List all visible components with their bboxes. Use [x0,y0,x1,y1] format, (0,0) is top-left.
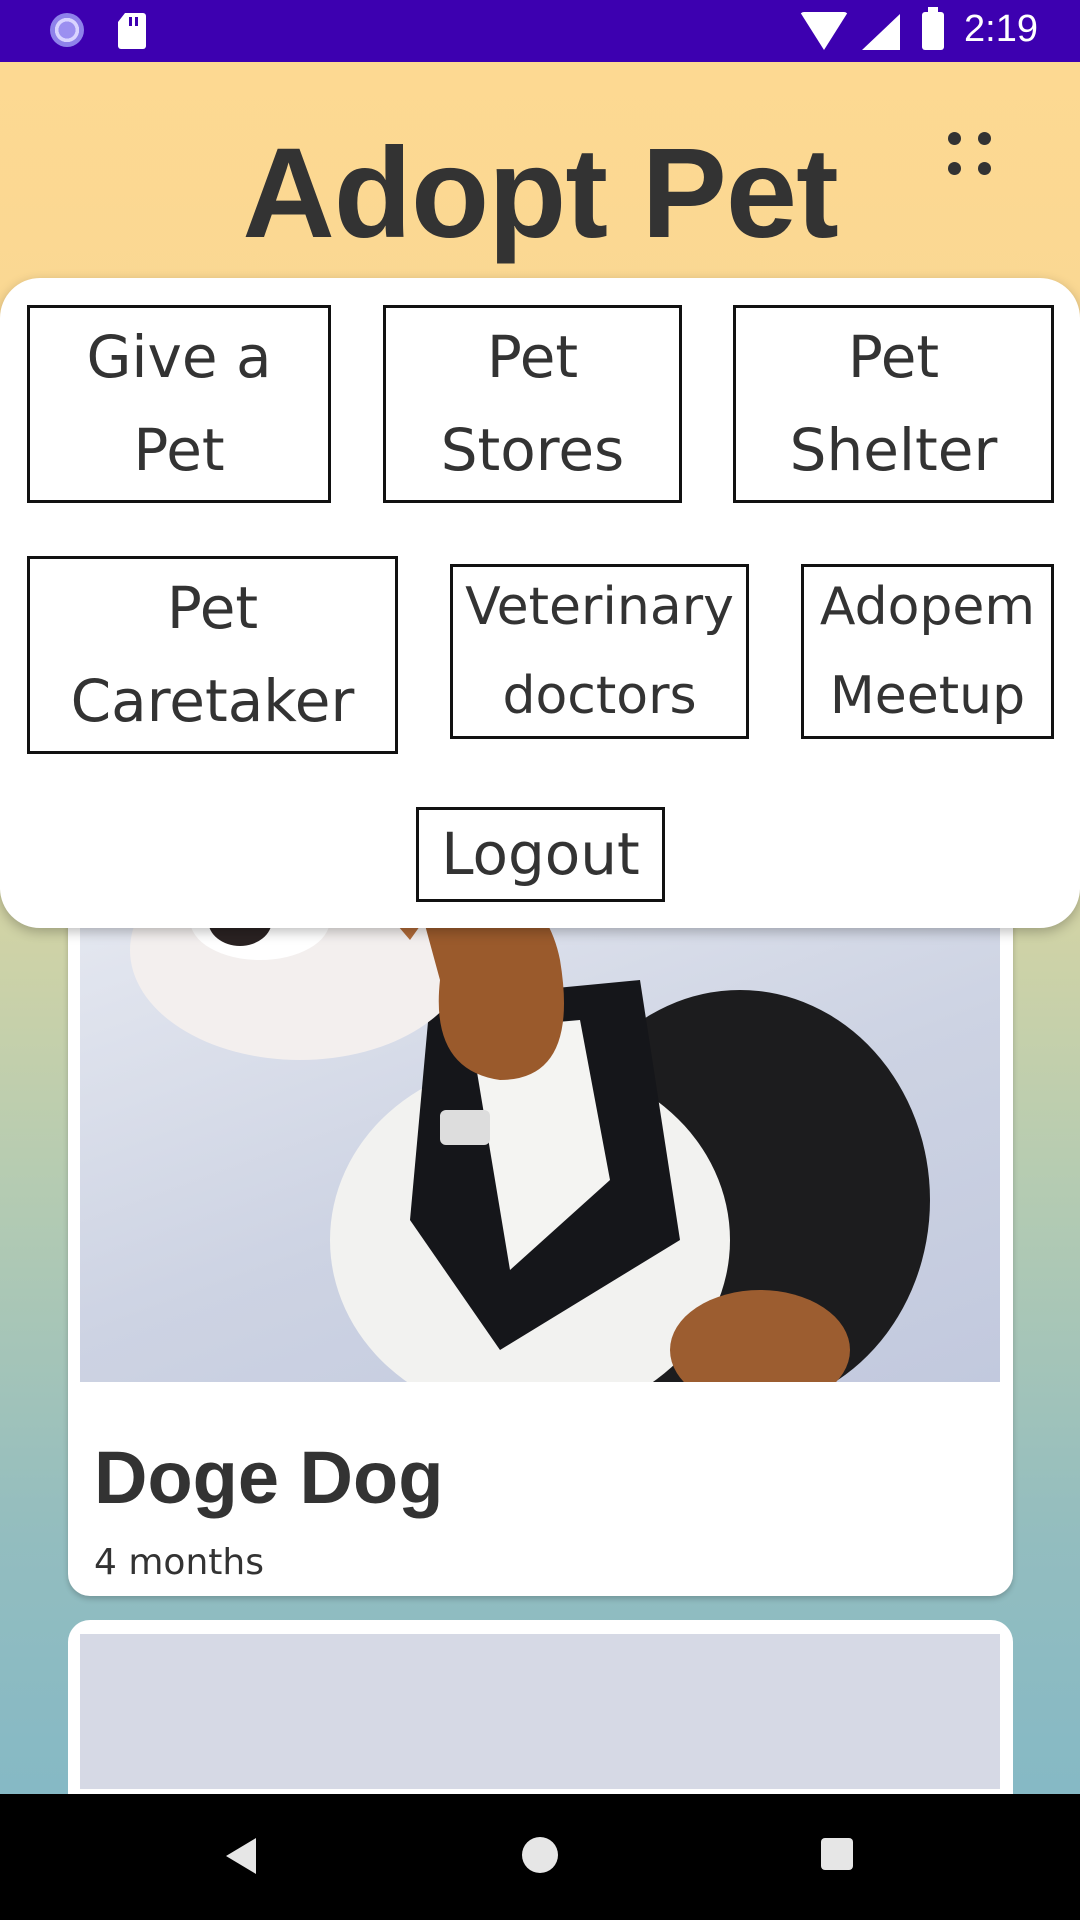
pet-card[interactable]: Doge Dog 4 months [68,880,1013,1596]
wifi-icon [800,12,848,50]
adopem-meetup-button[interactable]: Adopem Meetup [801,564,1054,739]
pet-photo [80,1634,1000,1789]
pet-stores-button[interactable]: Pet Stores [383,305,682,503]
navigation-bar [0,1794,1080,1920]
pet-age: 4 months [94,1542,264,1583]
signal-icon [862,14,900,50]
give-a-pet-button[interactable]: Give a Pet [27,305,331,503]
pet-caretaker-button[interactable]: Pet Caretaker [27,556,398,754]
home-icon[interactable] [522,1837,558,1873]
pet-name: Doge Dog [94,1436,444,1519]
pet-photo [80,880,1000,1382]
back-icon[interactable] [226,1838,256,1874]
pet-shelter-button[interactable]: Pet Shelter [733,305,1054,503]
status-time: 2:19 [964,8,1038,50]
spinner-icon [50,13,84,47]
dots-grid-icon[interactable] [940,130,1000,180]
recents-icon[interactable] [821,1838,853,1870]
page-title: Adopt Pet [242,122,838,265]
veterinary-doctors-button[interactable]: Veterinary doctors [450,564,749,739]
logout-button[interactable]: Logout [416,807,665,902]
sd-card-icon [118,13,146,49]
battery-icon [922,7,944,50]
status-bar: 2:19 [0,0,1080,62]
menu-popup: Give a Pet Pet Stores Pet Shelter Pet Careta… [0,278,1080,928]
